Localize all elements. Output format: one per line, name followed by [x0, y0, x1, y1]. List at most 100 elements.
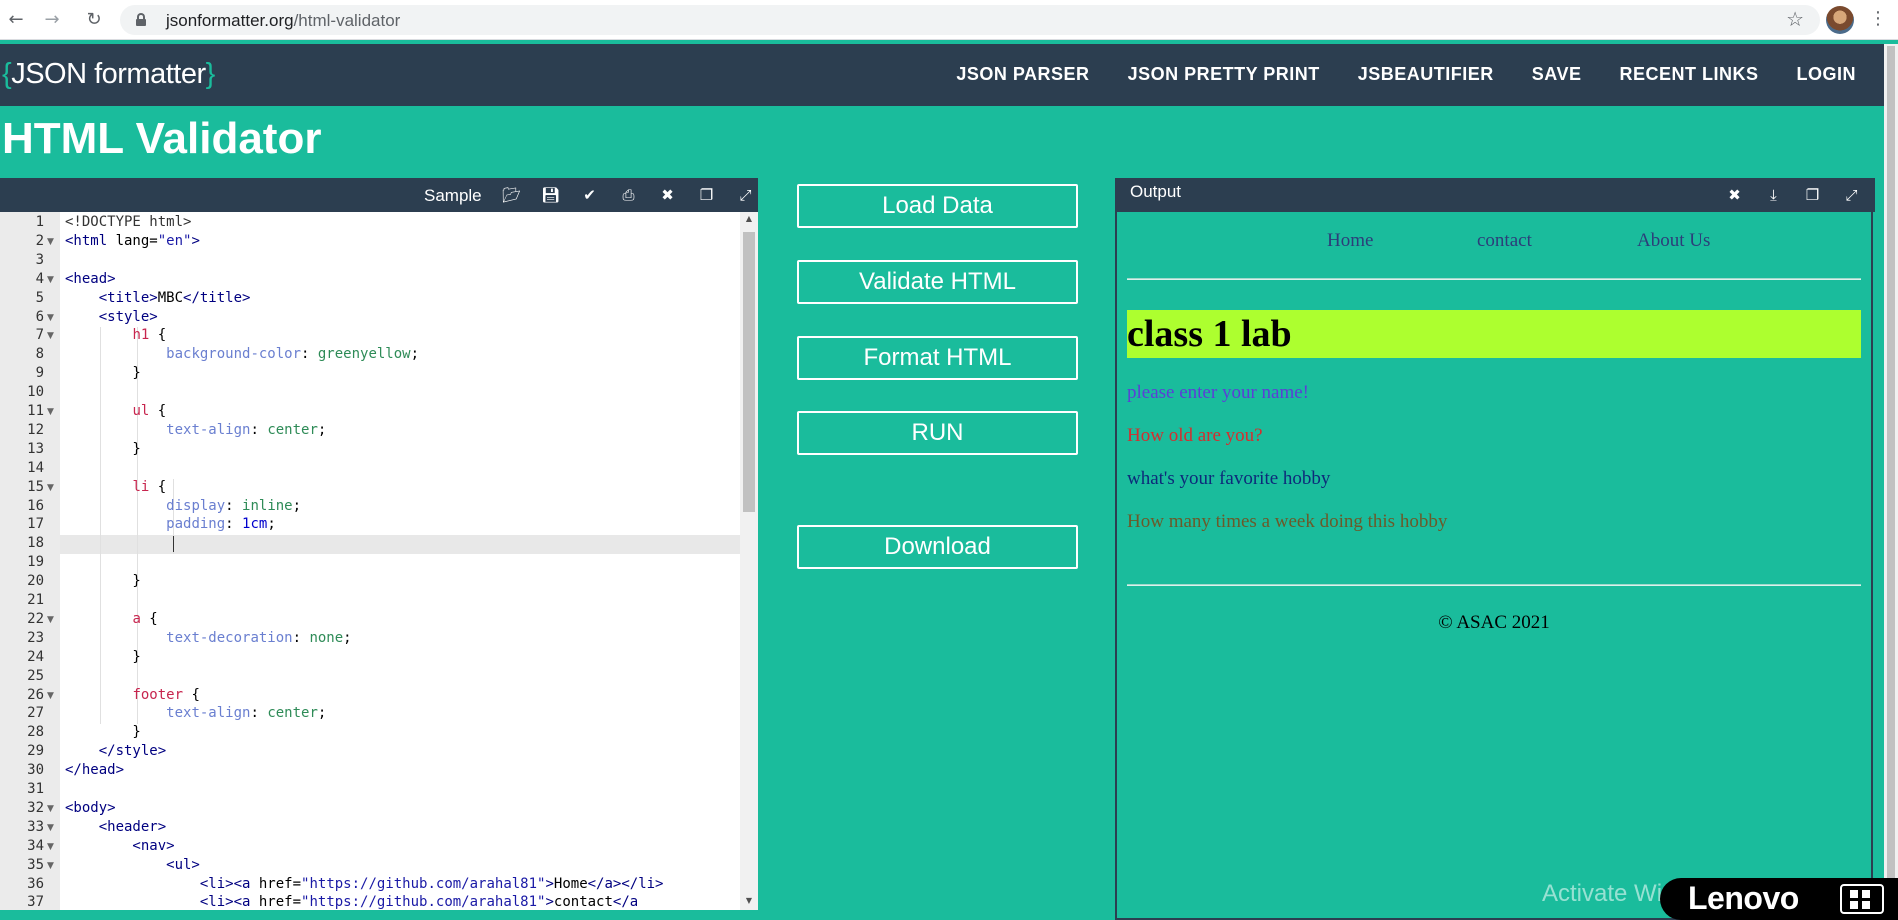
code-line: }: [65, 724, 141, 743]
code-token: h1: [132, 327, 150, 344]
nav-item-save[interactable]: SAVE: [1532, 64, 1582, 85]
top-navigation: JSON PARSER JSON PRETTY PRINT JSBEAUTIFIER…: [956, 64, 1856, 85]
line-number: 24: [27, 648, 44, 665]
copy-icon[interactable]: ❐: [687, 184, 726, 206]
close-icon[interactable]: ✖: [1715, 184, 1754, 206]
code-token: contact: [553, 894, 613, 910]
fold-toggle-icon[interactable]: ▼: [47, 823, 54, 833]
validate-check-icon[interactable]: ✔: [570, 184, 609, 206]
fold-toggle-icon[interactable]: ▼: [47, 313, 54, 323]
copy-icon[interactable]: ❐: [1793, 184, 1832, 206]
editor-scrollbar[interactable]: ▲ ▼: [740, 212, 758, 910]
page-scrollbar-thumb[interactable]: [1887, 46, 1895, 912]
save-icon[interactable]: 💾︎: [531, 184, 570, 206]
line-number: 14: [27, 459, 44, 476]
open-file-icon[interactable]: 📂︎: [492, 184, 531, 206]
fold-toggle-icon[interactable]: ▼: [47, 331, 54, 341]
code-token: ;: [317, 421, 327, 438]
fold-toggle-icon[interactable]: ▼: [47, 275, 54, 285]
code-token: ;: [343, 629, 352, 646]
code-token: </head>: [65, 762, 125, 779]
line-number: 18: [27, 535, 44, 552]
code-editor[interactable]: Sample 📂︎ 💾︎ ✔ ⎙ ✖ ❐ ⤢ 1 2 ▼ 3 4 ▼ 5 6 ▼ 7 ▼ 8 9 10 11…: [0, 178, 758, 910]
code-token: </a: [612, 894, 639, 910]
code-token: greenyellow: [317, 346, 411, 363]
line-number: 34: [27, 837, 44, 854]
code-token: }: [65, 440, 141, 457]
code-token: :: [301, 346, 318, 363]
output-toolbar: Output ✖ ⤓ ❐ ⤢: [1115, 178, 1875, 212]
clear-close-icon[interactable]: ✖: [648, 184, 687, 206]
nav-item-json-pretty-print[interactable]: JSON PRETTY PRINT: [1128, 64, 1320, 85]
line-number: 25: [27, 667, 44, 684]
nav-item-json-parser[interactable]: JSON PARSER: [956, 64, 1089, 85]
line-number: 31: [27, 781, 44, 797]
fold-toggle-icon[interactable]: ▼: [47, 237, 54, 247]
code-area[interactable]: <!DOCTYPE html> <html lang="en"> <head> <t…: [60, 212, 740, 910]
preview-link-home[interactable]: Home: [1327, 230, 1373, 252]
format-html-button[interactable]: Format HTML: [797, 336, 1078, 380]
fold-toggle-icon[interactable]: ▼: [47, 861, 54, 871]
fold-toggle-icon[interactable]: ▼: [47, 483, 54, 493]
code-token: padding: [166, 516, 226, 533]
code-token: {: [149, 403, 167, 419]
preview-link-about[interactable]: About Us: [1637, 230, 1710, 252]
preview-nav: Home contact About Us: [1127, 230, 1861, 260]
code-token: {: [183, 686, 200, 703]
line-number: 4: [35, 270, 44, 287]
preview-paragraph: How many times a week doing this hobby: [1127, 511, 1448, 532]
download-button[interactable]: Download: [797, 525, 1078, 569]
line-number: 28: [27, 724, 44, 741]
code-token: :: [250, 421, 268, 438]
nav-item-login[interactable]: LOGIN: [1797, 64, 1857, 85]
code-token: >: [191, 232, 200, 249]
fold-toggle-icon[interactable]: ▼: [47, 407, 54, 417]
address-bar[interactable]: jsonformatter.org/html-validator ☆: [120, 5, 1820, 35]
site-logo[interactable]: {JSON formatter}: [2, 58, 215, 91]
fold-toggle-icon[interactable]: ▼: [47, 842, 54, 852]
download-icon[interactable]: ⤓: [1754, 184, 1793, 206]
back-arrow-icon[interactable]: ←: [4, 8, 28, 32]
code-line: }: [65, 440, 141, 460]
page-scrollbar[interactable]: [1884, 44, 1898, 920]
forward-arrow-icon[interactable]: →: [40, 8, 64, 32]
sample-button[interactable]: Sample: [424, 186, 482, 206]
scrollbar-thumb[interactable]: [743, 232, 755, 512]
profile-avatar[interactable]: [1826, 6, 1854, 34]
nav-item-recent-links[interactable]: RECENT LINKS: [1619, 64, 1758, 85]
code-token: <body>: [65, 799, 116, 816]
code-line: <head>: [65, 271, 116, 290]
fold-toggle-icon[interactable]: ▼: [47, 804, 54, 814]
nav-item-jsbeautifier[interactable]: JSBEAUTIFIER: [1358, 64, 1494, 85]
code-token: {: [149, 478, 167, 495]
fold-toggle-icon[interactable]: ▼: [47, 615, 54, 625]
validate-html-button[interactable]: Validate HTML: [797, 260, 1078, 304]
print-icon[interactable]: ⎙: [609, 184, 648, 206]
line-number: 8: [35, 346, 44, 363]
code-token: >: [545, 875, 554, 892]
fullscreen-icon[interactable]: ⤢: [1832, 184, 1871, 206]
code-token: }: [65, 365, 141, 382]
code-token: <header>: [65, 818, 167, 835]
scroll-up-arrow-icon[interactable]: ▲: [740, 214, 758, 223]
code-line: footer {: [65, 686, 200, 706]
load-data-button[interactable]: Load Data: [797, 184, 1078, 228]
windows-logo-icon: [1840, 884, 1884, 914]
reload-icon[interactable]: ↻: [82, 8, 106, 32]
run-button[interactable]: RUN: [797, 411, 1078, 455]
fold-toggle-icon[interactable]: ▼: [47, 691, 54, 701]
preview-paragraph: what's your favorite hobby: [1127, 468, 1331, 489]
preview-link-contact[interactable]: contact: [1477, 230, 1532, 252]
code-token: {: [149, 327, 167, 344]
code-token: a: [132, 610, 141, 627]
more-menu-icon[interactable]: ⋮: [1868, 8, 1888, 32]
fullscreen-icon[interactable]: ⤢: [726, 184, 765, 206]
code-token: }: [65, 724, 141, 741]
code-token: "https://github.com/arahal81": [301, 875, 546, 892]
scroll-down-arrow-icon[interactable]: ▼: [740, 896, 758, 905]
bookmark-star-icon[interactable]: ☆: [1786, 7, 1804, 31]
code-line: <nav>: [65, 838, 174, 857]
